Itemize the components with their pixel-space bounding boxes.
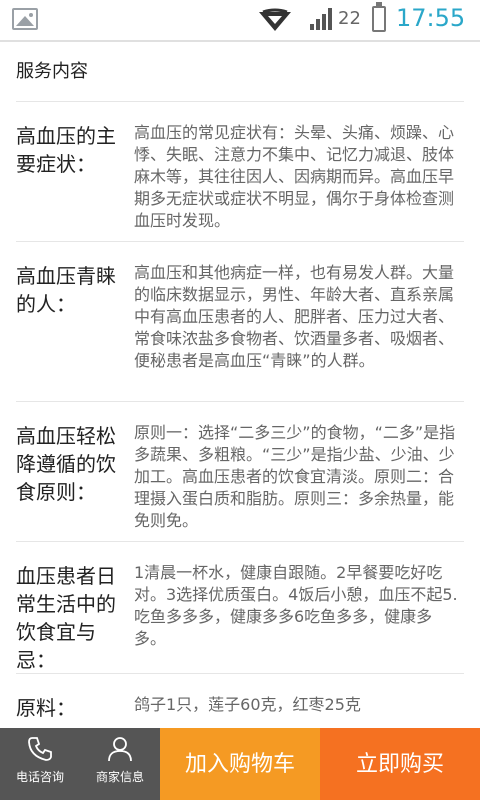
- phone-icon: [28, 737, 52, 761]
- wifi-icon: [259, 8, 291, 31]
- info-row-symptoms: 高血压的主要症状： 高血压的常见症状有：头晕、头痛、烦躁、心悸、失眠、注意力不集…: [16, 102, 464, 242]
- row-label: 高血压青睐的人：: [16, 264, 116, 316]
- phone-consult-label: 电话咨询: [15, 770, 64, 784]
- info-row-daily-diet: 血压患者日常生活中的饮食宜与忌： 1清晨一杯水，健康自跟随。2早餐要吃好吃对。3…: [16, 542, 464, 674]
- signal-icon: [310, 8, 332, 30]
- row-label: 原料：: [16, 696, 76, 720]
- add-to-cart-button[interactable]: 加入购物车: [160, 728, 320, 800]
- battery-icon: [372, 2, 386, 32]
- status-bar: 22 17:55: [0, 0, 480, 40]
- merchant-info-label: 商家信息: [95, 770, 144, 784]
- row-label: 血压患者日常生活中的饮食宜与忌：: [16, 564, 116, 672]
- person-icon: [108, 737, 132, 762]
- row-text: 高血压的常见症状有：头晕、头痛、烦躁、心悸、失眠、注意力不集中、记忆力减退、肢体…: [134, 123, 455, 230]
- phone-consult-button[interactable]: 电话咨询: [0, 728, 80, 800]
- section-title: 服务内容: [16, 42, 464, 102]
- buy-now-button[interactable]: 立即购买: [320, 728, 480, 800]
- row-text: 高血压和其他病症一样，也有易发人群。大量的临床数据显示，男性、年龄大者、直系亲属…: [134, 263, 455, 370]
- row-text: 鸽子1只，莲子60克，红枣25克: [134, 695, 361, 714]
- row-text: 原则一：选择“二多三少”的食物，“二多”是指多蔬果、多粗粮。“三少”是指少盐、少…: [134, 423, 456, 530]
- signal-number: 22: [338, 8, 361, 29]
- content-scroll[interactable]: 服务内容 高血压的主要症状： 高血压的常见症状有：头晕、头痛、烦躁、心悸、失眠、…: [16, 42, 464, 728]
- info-row-ingredients: 原料： 鸽子1只，莲子60克，红枣25克: [16, 674, 464, 728]
- row-label: 高血压轻松降遵循的饮食原则：: [16, 424, 116, 504]
- status-time: 17:55: [396, 4, 466, 32]
- merchant-info-button[interactable]: 商家信息: [80, 728, 160, 800]
- info-row-risk-groups: 高血压青睐的人： 高血压和其他病症一样，也有易发人群。大量的临床数据显示，男性、…: [16, 242, 464, 402]
- row-label: 高血压的主要症状：: [16, 124, 116, 176]
- info-row-diet-principles: 高血压轻松降遵循的饮食原则： 原则一：选择“二多三少”的食物，“二多”是指多蔬果…: [16, 402, 464, 542]
- bottom-action-bar: 电话咨询 商家信息 加入购物车 立即购买: [0, 728, 480, 800]
- image-icon: [12, 8, 38, 30]
- row-text: 1清晨一杯水，健康自跟随。2早餐要吃好吃对。3选择优质蛋白。4饭后小憩，血压不起…: [134, 563, 458, 648]
